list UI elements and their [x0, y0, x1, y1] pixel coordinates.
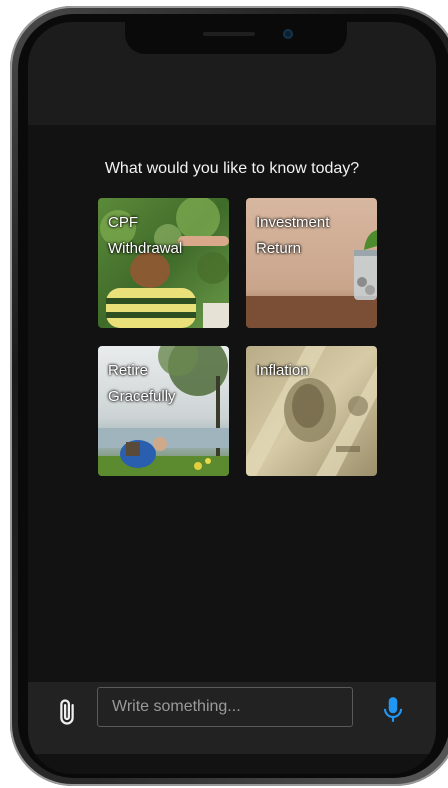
topic-card-cpf-withdrawal[interactable]: CPF Withdrawal	[98, 198, 229, 328]
paperclip-icon[interactable]	[52, 697, 82, 727]
card-label-line: Retire	[108, 362, 149, 379]
topic-grid: CPF Withdrawal Investment Return Retire …	[98, 198, 378, 478]
message-input[interactable]	[97, 687, 353, 727]
speaker-grille	[203, 32, 255, 36]
composer-bar	[28, 682, 436, 754]
welcome-prompt: What would you like to know today?	[104, 160, 360, 177]
card-label: Investment Return	[256, 210, 371, 262]
card-label-line: Investment	[256, 214, 330, 231]
card-label-line: Gracefully	[108, 388, 176, 405]
card-label: Inflation	[256, 358, 371, 384]
card-label: Retire Gracefully	[108, 358, 223, 410]
app-screen: What would you like to know today? CPF W…	[28, 22, 436, 774]
topic-card-investment-return[interactable]: Investment Return	[246, 198, 377, 328]
card-label-line: Withdrawal	[108, 240, 183, 257]
topic-card-inflation[interactable]: Inflation	[246, 346, 377, 476]
front-camera	[283, 29, 293, 39]
card-label-line: Return	[256, 240, 302, 257]
topic-card-retire-gracefully[interactable]: Retire Gracefully	[98, 346, 229, 476]
notch	[125, 22, 347, 54]
card-label: CPF Withdrawal	[108, 210, 223, 262]
card-label-line: CPF	[108, 214, 138, 231]
microphone-icon[interactable]	[380, 695, 406, 725]
card-label-line: Inflation	[256, 362, 309, 379]
